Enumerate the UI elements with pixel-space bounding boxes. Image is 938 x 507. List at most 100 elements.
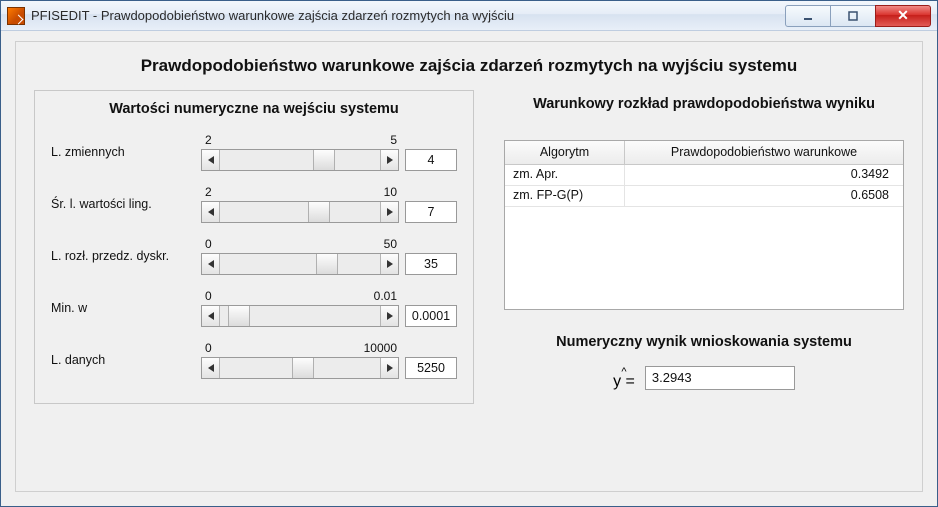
chevron-right-icon [387, 260, 393, 268]
input-label: L. zmiennych [51, 145, 201, 159]
chevron-left-icon [208, 312, 214, 320]
input-row: Śr. l. wartości ling. 2 10 7 [51, 181, 457, 227]
slider-track[interactable] [220, 254, 380, 274]
maximize-button[interactable] [830, 5, 876, 27]
input-row: L. rozł. przedz. dyskr. 0 50 35 [51, 233, 457, 279]
range-min: 0 [205, 341, 212, 355]
slider[interactable] [201, 149, 399, 171]
cell-algorithm: zm. Apr. [505, 165, 625, 185]
slider-step-right[interactable] [380, 202, 398, 222]
slider-track[interactable] [220, 306, 380, 326]
range-min: 0 [205, 289, 212, 303]
input-controls: 2 10 7 [201, 185, 457, 223]
slider-step-right[interactable] [380, 254, 398, 274]
slider-step-right[interactable] [380, 358, 398, 378]
slider-thumb[interactable] [308, 202, 330, 222]
close-button[interactable]: ✕ [875, 5, 931, 27]
page-title: Prawdopodobieństwo warunkowe zajścia zda… [34, 56, 904, 76]
range-min: 2 [205, 185, 212, 199]
input-row: Min. w00.010.0001 [51, 285, 457, 331]
range-labels: 0 10000 [201, 341, 457, 357]
range-max: 5 [390, 133, 397, 147]
range-labels: 2 10 [201, 185, 457, 201]
slider-step-left[interactable] [202, 150, 220, 170]
minimize-button[interactable] [785, 5, 831, 27]
th-algorithm: Algorytm [505, 141, 625, 164]
input-controls: 00.010.0001 [201, 289, 457, 327]
slider[interactable] [201, 305, 399, 327]
input-controls: 254 [201, 133, 457, 171]
slider-step-left[interactable] [202, 306, 220, 326]
inputs-column: Wartości numeryczne na wejściu systemu L… [34, 90, 474, 404]
app-icon [7, 7, 25, 25]
value-input[interactable]: 7 [405, 201, 457, 223]
columns: Wartości numeryczne na wejściu systemu L… [34, 90, 904, 404]
range-max: 10000 [364, 341, 397, 355]
chevron-left-icon [208, 156, 214, 164]
range-min: 0 [205, 237, 212, 251]
slider-thumb[interactable] [316, 254, 338, 274]
chevron-right-icon [387, 156, 393, 164]
table-row[interactable]: zm. Apr.0.3492 [505, 165, 903, 186]
slider-thumb[interactable] [313, 150, 335, 170]
input-controls: 0 10000 5250 [201, 341, 457, 379]
window-title: PFISEDIT - Prawdopodobieństwo warunkowe … [31, 8, 786, 23]
slider-step-right[interactable] [380, 150, 398, 170]
minimize-icon [802, 10, 814, 22]
input-row: L. danych 0 10000 5250 [51, 337, 457, 383]
chevron-left-icon [208, 364, 214, 372]
chevron-left-icon [208, 260, 214, 268]
probability-table: Algorytm Prawdopodobieństwo warunkowe zm… [504, 140, 904, 310]
main-panel: Prawdopodobieństwo warunkowe zajścia zda… [15, 41, 923, 492]
th-probability: Prawdopodobieństwo warunkowe [625, 141, 903, 164]
slider-step-right[interactable] [380, 306, 398, 326]
chevron-right-icon [387, 364, 393, 372]
result-line: ^ y = 3.2943 [504, 366, 904, 390]
yhat-label: ^ y = [613, 369, 635, 388]
input-row: L. zmiennych254 [51, 129, 457, 175]
range-labels: 25 [201, 133, 457, 149]
maximize-icon [847, 10, 859, 22]
window-controls: ✕ [786, 5, 931, 27]
slider[interactable] [201, 201, 399, 223]
table-row[interactable]: zm. FP-G(P)0.6508 [505, 186, 903, 207]
distribution-title: Warunkowy rozkład prawdopodobieństwa wyn… [504, 96, 904, 112]
slider-track[interactable] [220, 358, 380, 378]
slider-step-left[interactable] [202, 202, 220, 222]
value-input[interactable]: 0.0001 [405, 305, 457, 327]
range-max: 10 [384, 185, 397, 199]
result-title: Numeryczny wynik wnioskowania systemu [504, 334, 904, 350]
chevron-left-icon [208, 208, 214, 216]
value-input[interactable]: 5250 [405, 357, 457, 379]
range-labels: 00.01 [201, 289, 457, 305]
input-label: Śr. l. wartości ling. [51, 197, 201, 211]
range-max: 0.01 [374, 289, 397, 303]
results-column: Warunkowy rozkład prawdopodobieństwa wyn… [504, 90, 904, 390]
slider-thumb[interactable] [292, 358, 314, 378]
inputs-group: Wartości numeryczne na wejściu systemu L… [34, 90, 474, 404]
slider[interactable] [201, 357, 399, 379]
range-min: 2 [205, 133, 212, 147]
input-label: L. danych [51, 353, 201, 367]
slider-step-left[interactable] [202, 254, 220, 274]
slider-track[interactable] [220, 202, 380, 222]
app-window: PFISEDIT - Prawdopodobieństwo warunkowe … [0, 0, 938, 507]
titlebar[interactable]: PFISEDIT - Prawdopodobieństwo warunkowe … [1, 1, 937, 31]
value-input[interactable]: 4 [405, 149, 457, 171]
chevron-right-icon [387, 312, 393, 320]
result-output: 3.2943 [645, 366, 795, 390]
slider-track[interactable] [220, 150, 380, 170]
client-area: Prawdopodobieństwo warunkowe zajścia zda… [1, 31, 937, 506]
table-header: Algorytm Prawdopodobieństwo warunkowe [505, 141, 903, 165]
range-max: 50 [384, 237, 397, 251]
input-label: L. rozł. przedz. dyskr. [51, 249, 201, 263]
slider[interactable] [201, 253, 399, 275]
inputs-group-title: Wartości numeryczne na wejściu systemu [51, 101, 457, 117]
slider-step-left[interactable] [202, 358, 220, 378]
range-labels: 0 50 [201, 237, 457, 253]
chevron-right-icon [387, 208, 393, 216]
close-icon: ✕ [897, 7, 909, 24]
value-input[interactable]: 35 [405, 253, 457, 275]
slider-thumb[interactable] [228, 306, 250, 326]
table-body: zm. Apr.0.3492zm. FP-G(P)0.6508 [505, 165, 903, 309]
